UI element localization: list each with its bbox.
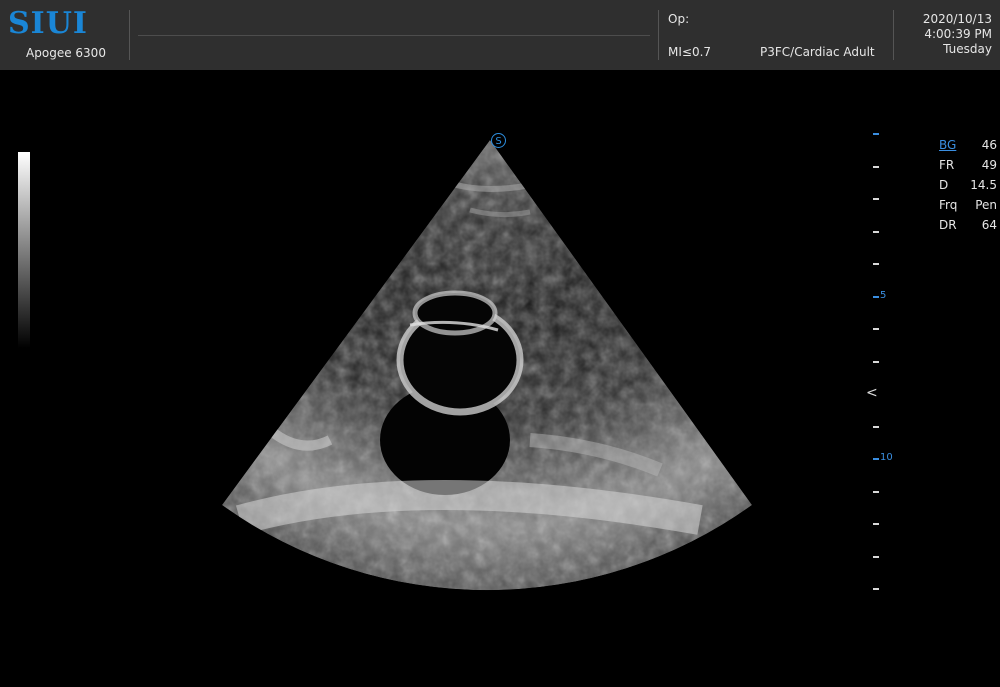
depth-tick [873, 458, 879, 460]
grayscale-bar [18, 152, 30, 348]
param-label: FR [939, 158, 955, 172]
depth-tick [873, 263, 879, 265]
param-value: 49 [981, 158, 997, 172]
depth-tick [873, 588, 879, 590]
param-value: 14.5 [970, 178, 997, 192]
param-row[interactable]: Frq Pen [939, 197, 999, 217]
depth-tick [873, 328, 879, 330]
depth-tick [873, 166, 879, 168]
param-row[interactable]: FR 49 [939, 157, 999, 177]
imaging-parameters: BG 46 FR 49 D 14.5 Frq Pen DR 64 [939, 137, 999, 237]
param-label: D [939, 178, 949, 192]
depth-tick [873, 231, 879, 233]
depth-tick [873, 556, 879, 558]
depth-tick [873, 491, 879, 493]
param-row[interactable]: DR 64 [939, 217, 999, 237]
param-value: 46 [981, 138, 997, 152]
ultrasound-sector-image [222, 140, 752, 591]
param-label: DR [939, 218, 957, 232]
param-value: Pen [975, 198, 997, 212]
focus-marker-icon[interactable]: < [866, 385, 878, 401]
param-label: BG [939, 138, 957, 152]
depth-label-10: 10 [880, 452, 893, 463]
depth-tick [873, 361, 879, 363]
param-label: Frq [939, 198, 958, 212]
depth-tick [873, 198, 879, 200]
param-row[interactable]: BG 46 [939, 137, 999, 157]
probe-orientation-marker: S [491, 133, 506, 148]
param-value: 64 [981, 218, 997, 232]
depth-tick [873, 523, 879, 525]
depth-tick [873, 296, 879, 298]
depth-label-5: 5 [880, 290, 887, 301]
param-row[interactable]: D 14.5 [939, 177, 999, 197]
depth-tick [873, 426, 879, 428]
depth-tick [873, 133, 879, 135]
